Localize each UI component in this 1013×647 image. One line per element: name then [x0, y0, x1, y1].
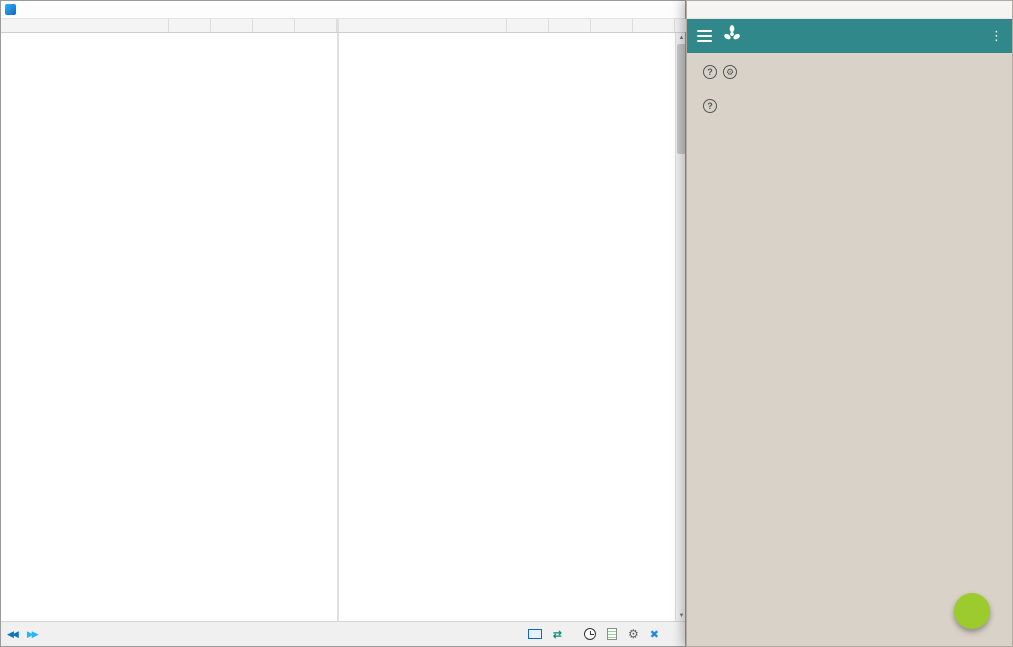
- fancontrol-window: ⋮ ? ⚙ ?: [686, 0, 1013, 647]
- report-icon[interactable]: [607, 628, 617, 640]
- column-maximum[interactable]: [591, 19, 633, 32]
- minimize-button[interactable]: [626, 3, 643, 17]
- fan-body: ? ⚙ ?: [687, 53, 1012, 646]
- hwinfo-window: ▲ ▼ ◀◀ ▶▶ ⇄ ⚙ ✖: [0, 0, 686, 647]
- column-minimum[interactable]: [549, 19, 591, 32]
- column-maximum[interactable]: [253, 19, 295, 32]
- hwinfo-app-icon: [5, 4, 16, 15]
- column-current[interactable]: [507, 19, 549, 32]
- sensor-column-headers: [1, 19, 685, 33]
- screen: ▲ ▼ ◀◀ ▶▶ ⇄ ⚙ ✖: [0, 0, 1013, 647]
- column-sensor[interactable]: [339, 19, 507, 32]
- fan-app-bar: ⋮: [687, 19, 1012, 53]
- reset-values-icon[interactable]: ⇄: [553, 628, 562, 641]
- controls-section-header: ? ⚙: [687, 61, 1012, 85]
- controls-grid: [687, 85, 1012, 95]
- column-average[interactable]: [633, 19, 675, 32]
- columns-collapse-button[interactable]: ◀◀: [7, 629, 17, 640]
- help-icon[interactable]: ?: [703, 99, 717, 113]
- sensor-pane-right: [339, 33, 675, 621]
- right-pane-header: [339, 19, 675, 32]
- close-button[interactable]: [664, 3, 681, 17]
- fan-logo-icon: [722, 24, 742, 49]
- monitor-graph-icon[interactable]: [528, 629, 542, 639]
- sensor-panes: ▲ ▼: [1, 33, 685, 621]
- column-average[interactable]: [295, 19, 337, 32]
- left-pane-header: [1, 19, 337, 32]
- exit-icon[interactable]: ✖: [650, 628, 659, 641]
- column-current[interactable]: [169, 19, 211, 32]
- help-icon[interactable]: ?: [703, 65, 717, 79]
- clock-icon[interactable]: [584, 628, 596, 640]
- curves-section-header: ?: [687, 95, 1012, 119]
- fancontrol-titlebar[interactable]: [687, 1, 1012, 19]
- maximize-button[interactable]: [972, 3, 989, 17]
- scroll-up-icon[interactable]: ▲: [676, 33, 685, 43]
- add-fab-button[interactable]: [954, 593, 990, 629]
- columns-expand-button[interactable]: ▶▶: [27, 629, 37, 640]
- menu-icon[interactable]: [697, 27, 712, 45]
- sensor-pane-left: [1, 33, 337, 621]
- hwinfo-statusbar: ◀◀ ▶▶ ⇄ ⚙ ✖: [1, 621, 685, 646]
- scroll-down-icon[interactable]: ▼: [676, 611, 685, 621]
- curves-grid: [687, 119, 1012, 129]
- vertical-scrollbar[interactable]: ▲ ▼: [675, 33, 685, 621]
- hwinfo-titlebar[interactable]: [1, 1, 685, 19]
- column-minimum[interactable]: [211, 19, 253, 32]
- column-sensor[interactable]: [1, 19, 169, 32]
- gear-icon[interactable]: ⚙: [628, 627, 639, 641]
- minimize-button[interactable]: [953, 3, 970, 17]
- maximize-button[interactable]: [645, 3, 662, 17]
- wrench-icon[interactable]: ⚙: [723, 65, 737, 79]
- scrollbar-thumb[interactable]: [677, 44, 685, 154]
- close-button[interactable]: [991, 3, 1008, 17]
- kebab-menu-icon[interactable]: ⋮: [990, 28, 1002, 44]
